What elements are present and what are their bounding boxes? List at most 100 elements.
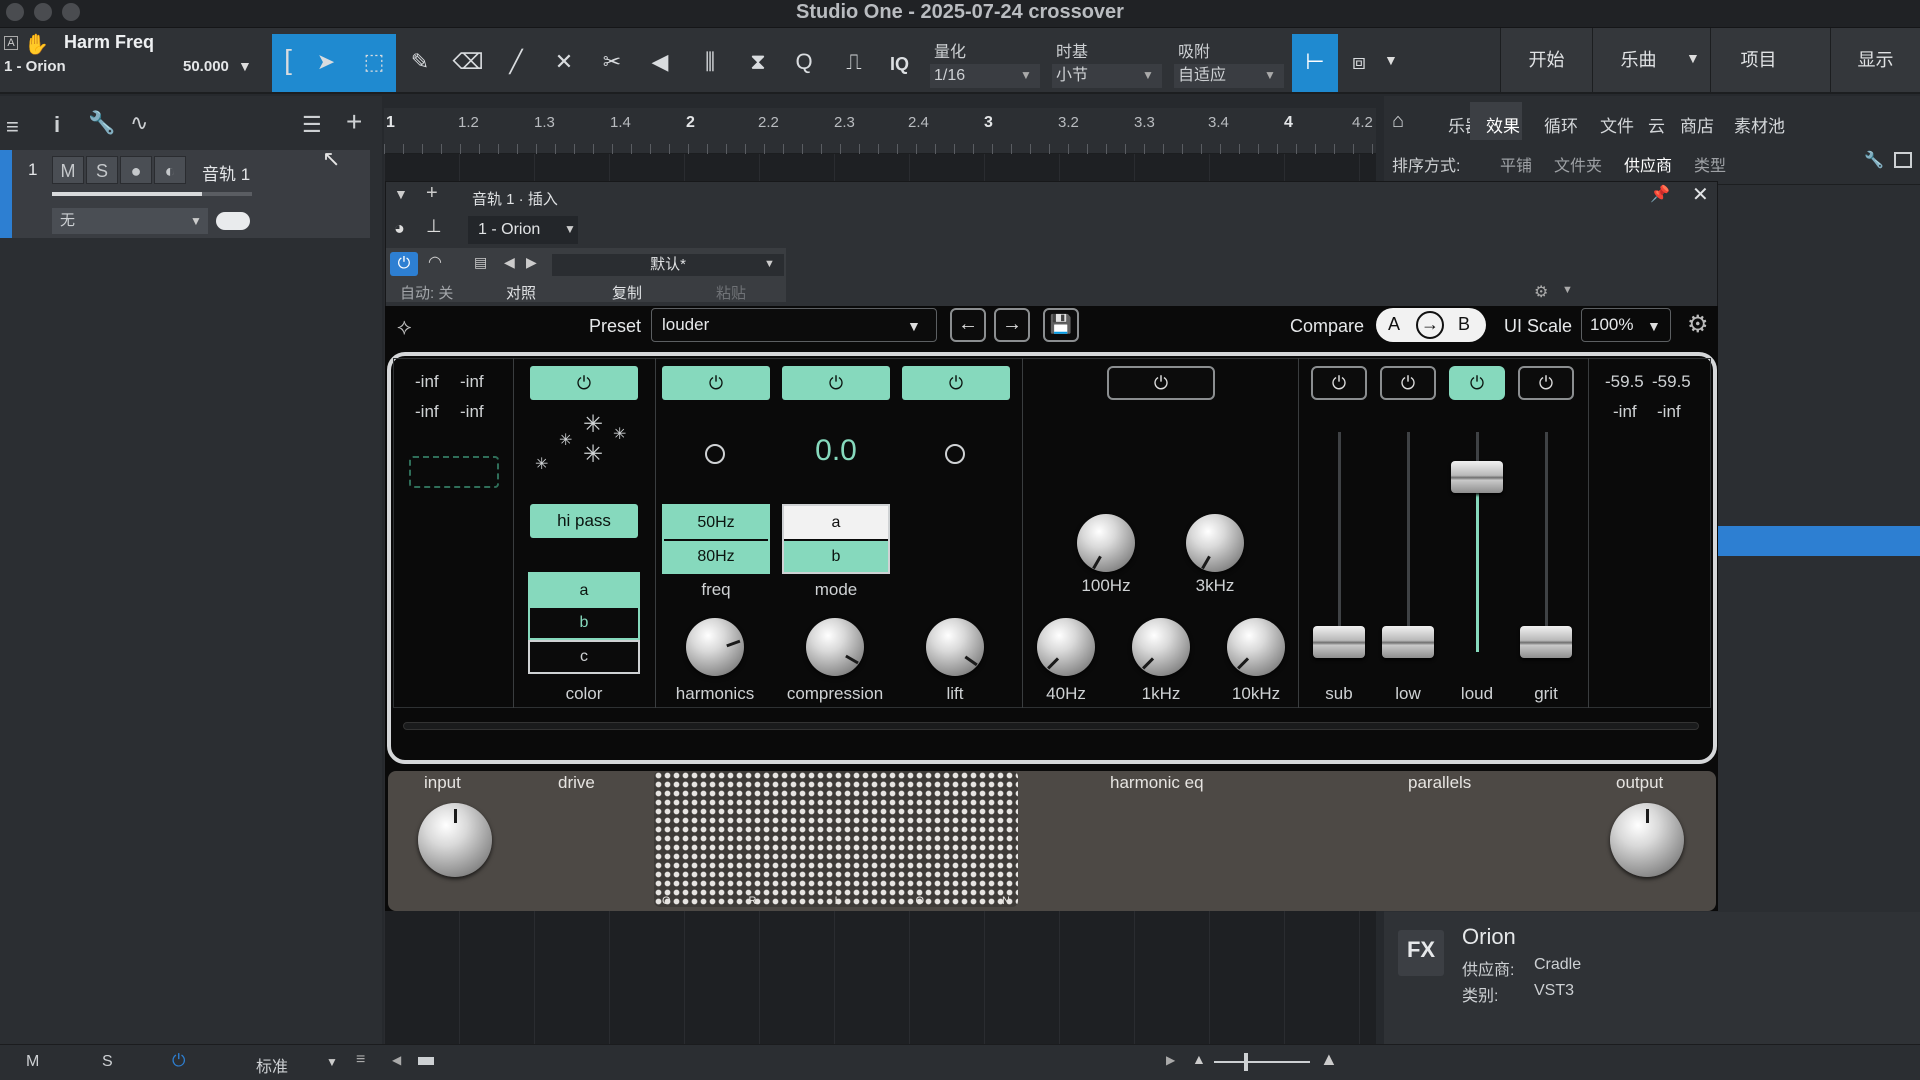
zoom-tool-icon[interactable]: Q (786, 34, 822, 90)
zoom-slider[interactable] (1214, 1061, 1310, 1063)
snap-to-grid-button[interactable]: ⊢ (1292, 34, 1338, 92)
auto-label[interactable]: 自动: 关 (400, 282, 453, 303)
lift-power-button[interactable]: ⏻ (902, 366, 1010, 400)
tempo-tool-icon[interactable]: ⎍ (834, 34, 874, 90)
scroll-thumb[interactable] (418, 1057, 434, 1065)
compression-knob[interactable] (806, 618, 864, 676)
chevron-down-icon[interactable]: ▼ (907, 318, 921, 334)
freq-option-80[interactable]: 80Hz (664, 541, 768, 572)
grit-fader[interactable] (1520, 626, 1572, 658)
eq-power-button[interactable]: ⏻ (1107, 366, 1215, 400)
copy-button[interactable]: 复制 (612, 282, 642, 303)
compare-switch[interactable]: A → B (1376, 308, 1486, 342)
settings-gear-icon[interactable]: ⚙ (1687, 310, 1709, 339)
list-icon[interactable]: ≡ (356, 1051, 365, 1069)
mode-selector[interactable]: a b (782, 504, 890, 574)
sub-power-button[interactable]: ⏻ (1311, 366, 1367, 400)
eq-100hz-knob[interactable] (1077, 514, 1135, 572)
color-option-c[interactable]: c (528, 640, 640, 674)
menu-display[interactable]: 显示 (1830, 28, 1920, 92)
track-list-icon[interactable]: ☰ (302, 112, 322, 138)
loud-fader[interactable] (1451, 461, 1503, 493)
mute-tool-icon[interactable]: ✕ (544, 34, 584, 90)
paint-tool-icon[interactable]: ╱ (496, 34, 536, 90)
layout-icon[interactable] (1894, 152, 1912, 168)
bend-tool-icon[interactable]: ⫼ (690, 34, 730, 90)
close-icon[interactable]: ✕ (1692, 182, 1709, 207)
color-power-button[interactable]: ⏻ (530, 366, 638, 400)
mode-option-b[interactable]: b (784, 541, 888, 572)
volume-slider[interactable] (52, 192, 202, 196)
chevron-down-icon[interactable]: ▼ (1020, 68, 1032, 82)
compare-a[interactable]: A (1388, 314, 1400, 335)
monitor-button[interactable]: ◐ (154, 156, 186, 184)
info-icon[interactable]: i (54, 112, 60, 138)
browser-tab[interactable]: 文件 (1600, 112, 1634, 137)
add-track-icon[interactable]: + (346, 106, 362, 138)
eq-40hz-knob[interactable] (1037, 618, 1095, 676)
snap-options-icon[interactable]: ⧈ (1344, 34, 1374, 90)
prev-preset-button[interactable]: ← (950, 308, 986, 342)
master-solo-button[interactable]: S (102, 1053, 113, 1071)
chevron-down-icon[interactable]: ▼ (764, 258, 775, 270)
loud-power-button[interactable]: ⏻ (1449, 366, 1505, 400)
input-select[interactable]: 无 (52, 208, 208, 234)
color-option-b[interactable]: b (528, 606, 640, 640)
arrow-tool-icon[interactable]: ➤ (306, 34, 346, 90)
routing-icon[interactable]: ⊥ (426, 216, 442, 237)
headphone-icon[interactable]: ◠ (428, 252, 442, 272)
range-tool-icon[interactable]: ⬚ (354, 34, 394, 90)
low-fader[interactable] (1382, 626, 1434, 658)
add-icon[interactable]: + (426, 182, 438, 205)
freq-selector[interactable]: 50Hz 80Hz (662, 504, 770, 574)
prev-preset-icon[interactable]: ◀ (504, 254, 515, 271)
transient-tool-icon[interactable]: ⧗ (738, 34, 778, 90)
preset-select[interactable]: 默认* (552, 254, 784, 276)
power-icon[interactable]: ⏻ (172, 1051, 185, 1071)
mute-button[interactable]: M (52, 156, 84, 184)
mode-select[interactable]: 标准 (256, 1053, 288, 1077)
browser-tab[interactable]: 素材池 (1734, 112, 1785, 137)
chevron-down-icon[interactable]: ▼ (1384, 52, 1398, 68)
automation-icon[interactable]: A (4, 36, 18, 50)
automation-curve-icon[interactable]: ∿ (130, 110, 148, 136)
scroll-left-icon[interactable]: ◀ (392, 1053, 401, 1067)
harmonics-power-button[interactable]: ⏻ (662, 366, 770, 400)
zoom-in-icon[interactable]: ▲ (1320, 1049, 1338, 1070)
list-icon[interactable]: ≡ (6, 114, 19, 140)
chevron-down-icon[interactable]: ▼ (1142, 68, 1154, 82)
param-value[interactable]: 50.000 (183, 58, 229, 75)
plugin-preset-select[interactable]: louder (651, 308, 937, 342)
record-button[interactable]: ● (120, 156, 152, 184)
compare-button[interactable]: 对照 (506, 282, 536, 303)
scroll-right-icon[interactable]: ▶ (1166, 1053, 1175, 1067)
paste-button[interactable]: 粘贴 (716, 282, 746, 303)
bypass-power-icon[interactable]: ⏻ (390, 252, 418, 276)
compare-arrow-icon[interactable]: → (1416, 311, 1444, 339)
sort-option[interactable]: 平铺 (1500, 152, 1532, 176)
compare-b[interactable]: B (1458, 314, 1470, 335)
pin-icon[interactable]: 📌 (1650, 184, 1670, 204)
zoom-out-icon[interactable]: ▲ (1192, 1051, 1206, 1067)
split-tool-icon[interactable]: ✂ (592, 34, 632, 90)
lift-knob[interactable] (926, 618, 984, 676)
low-power-button[interactable]: ⏻ (1380, 366, 1436, 400)
pencil-tool-icon[interactable]: ✎ (400, 34, 440, 90)
compression-power-button[interactable]: ⏻ (782, 366, 890, 400)
chevron-down-icon[interactable]: ▼ (326, 1055, 338, 1069)
browser-tab[interactable]: 云 (1648, 112, 1665, 137)
color-option-a[interactable]: a (528, 572, 640, 606)
sort-option[interactable]: 文件夹 (1554, 152, 1602, 176)
selected-browser-item[interactable] (1718, 526, 1920, 556)
hand-icon[interactable]: ✋ (24, 32, 49, 57)
gear-icon[interactable]: ⚙ (1534, 282, 1548, 302)
next-preset-button[interactable]: → (994, 308, 1030, 342)
chevron-down-icon[interactable]: ▼ (564, 222, 576, 236)
power-icon[interactable]: ◕ (394, 218, 405, 239)
wrench-icon[interactable]: 🔧 (88, 110, 115, 136)
sort-option-selected[interactable]: 供应商 (1624, 152, 1672, 176)
grit-power-button[interactable]: ⏻ (1518, 366, 1574, 400)
harmonics-knob[interactable] (686, 618, 744, 676)
color-selector[interactable]: a b c (528, 572, 640, 676)
browser-tab[interactable]: 商店 (1680, 112, 1714, 137)
